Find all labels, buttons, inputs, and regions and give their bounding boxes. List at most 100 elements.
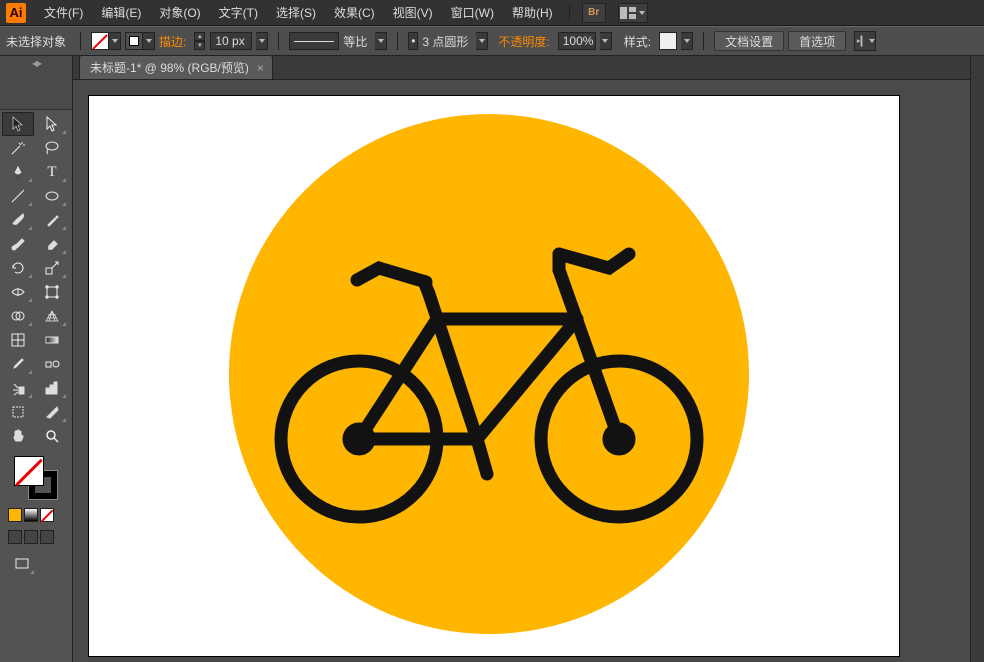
slice-tool[interactable] xyxy=(36,400,68,424)
document-tab[interactable]: 未标题-1* @ 98% (RGB/预览) × xyxy=(79,55,273,79)
zoom-tool[interactable] xyxy=(36,424,68,448)
magic-wand-tool[interactable] xyxy=(2,136,34,160)
screen-mode-area xyxy=(0,546,72,582)
stroke-dropdown[interactable] xyxy=(143,32,155,50)
panel-dock-strip[interactable] xyxy=(970,56,984,662)
grid-icon xyxy=(620,7,636,19)
type-tool[interactable]: T xyxy=(36,160,68,184)
menu-select[interactable]: 选择(S) xyxy=(268,1,324,24)
menu-bar: Ai 文件(F) 编辑(E) 对象(O) 文字(T) 选择(S) 效果(C) 视… xyxy=(0,0,984,26)
tool-grid: T xyxy=(0,110,72,450)
separator xyxy=(397,32,398,50)
menu-help[interactable]: 帮助(H) xyxy=(504,1,561,24)
align-panel-button[interactable] xyxy=(854,31,876,51)
fill-stroke-indicator[interactable] xyxy=(14,456,58,500)
gradient-tool[interactable] xyxy=(36,328,68,352)
ellipse-tool[interactable] xyxy=(36,184,68,208)
stroke-profile-dropdown[interactable] xyxy=(375,32,387,50)
stroke-width-spinner[interactable]: ▲▼ xyxy=(194,32,205,50)
perspective-grid-tool[interactable] xyxy=(36,304,68,328)
draw-inside[interactable] xyxy=(40,530,54,544)
opacity-input[interactable]: 100% xyxy=(558,32,596,50)
stroke-swatch-control[interactable] xyxy=(125,32,155,50)
color-mode-swatches xyxy=(0,506,72,524)
document-tab-bar: 未标题-1* @ 98% (RGB/预览) × xyxy=(73,56,970,80)
fill-dropdown[interactable] xyxy=(109,32,121,50)
artboard[interactable] xyxy=(89,96,899,656)
pencil-tool[interactable] xyxy=(36,208,68,232)
menu-file[interactable]: 文件(F) xyxy=(36,1,91,24)
artboard-tool[interactable] xyxy=(2,400,34,424)
menu-window[interactable]: 窗口(W) xyxy=(443,1,502,24)
blend-tool[interactable] xyxy=(36,352,68,376)
rotate-tool[interactable] xyxy=(2,256,34,280)
width-tool[interactable] xyxy=(2,280,34,304)
stroke-width-dropdown[interactable] xyxy=(256,32,268,50)
mesh-tool[interactable] xyxy=(2,328,34,352)
symbol-sprayer-tool[interactable] xyxy=(2,376,34,400)
toolbox-handle[interactable] xyxy=(0,56,72,110)
graphic-style-dropdown[interactable] xyxy=(681,32,693,50)
app-logo: Ai xyxy=(6,3,26,23)
menu-edit[interactable]: 编辑(E) xyxy=(93,1,149,24)
brush-label: 3 点圆形 xyxy=(422,33,472,50)
color-mode-solid[interactable] xyxy=(8,508,22,522)
scale-tool[interactable] xyxy=(36,256,68,280)
stroke-profile-label: 等比 xyxy=(343,33,371,50)
lasso-tool[interactable] xyxy=(36,136,68,160)
preferences-button[interactable]: 首选项 xyxy=(788,31,846,51)
style-label: 样式: xyxy=(624,33,655,50)
stroke-label[interactable]: 描边: xyxy=(159,33,190,50)
column-graph-tool[interactable] xyxy=(36,376,68,400)
canvas-viewport[interactable] xyxy=(73,80,970,662)
line-tool[interactable] xyxy=(2,184,34,208)
menu-effect[interactable]: 效果(C) xyxy=(326,1,383,24)
stroke-width-input[interactable]: 10 px xyxy=(210,32,252,50)
eyedropper-tool[interactable] xyxy=(2,352,34,376)
paintbrush-tool[interactable] xyxy=(2,208,34,232)
shape-builder-tool[interactable] xyxy=(2,304,34,328)
color-mode-gradient[interactable] xyxy=(24,508,38,522)
opacity-label[interactable]: 不透明度: xyxy=(498,33,553,50)
pen-tool[interactable] xyxy=(2,160,34,184)
arrange-documents-button[interactable] xyxy=(618,3,648,23)
menu-type[interactable]: 文字(T) xyxy=(211,1,266,24)
fill-color-indicator[interactable] xyxy=(14,456,44,486)
document-setup-button[interactable]: 文档设置 xyxy=(714,31,784,51)
stroke-swatch xyxy=(125,32,143,50)
close-tab-icon[interactable]: × xyxy=(257,61,264,75)
stroke-profile-preview[interactable] xyxy=(289,32,339,50)
fill-stroke-area xyxy=(0,450,72,506)
selection-tool[interactable] xyxy=(2,112,34,136)
draw-normal[interactable] xyxy=(8,530,22,544)
document-area: 未标题-1* @ 98% (RGB/预览) × xyxy=(73,56,970,662)
align-icon xyxy=(855,35,868,47)
separator xyxy=(278,32,279,50)
draw-behind[interactable] xyxy=(24,530,38,544)
direct-selection-tool[interactable] xyxy=(36,112,68,136)
hand-tool[interactable] xyxy=(2,424,34,448)
menu-object[interactable]: 对象(O) xyxy=(151,1,208,24)
free-transform-tool[interactable] xyxy=(36,280,68,304)
selection-status: 未选择对象 xyxy=(6,33,70,50)
brush-dropdown[interactable] xyxy=(476,32,488,50)
bicycle-artwork[interactable] xyxy=(259,224,719,524)
brush-preview[interactable]: • xyxy=(408,32,418,50)
artwork-circle[interactable] xyxy=(229,114,749,634)
document-tab-title: 未标题-1* @ 98% (RGB/预览) xyxy=(90,59,249,76)
bridge-button[interactable]: Br xyxy=(582,3,606,23)
work-area: T xyxy=(0,56,984,662)
toolbox: T xyxy=(0,56,73,662)
blob-brush-tool[interactable] xyxy=(2,232,34,256)
graphic-style-swatch[interactable] xyxy=(659,32,677,50)
screen-mode-swatches xyxy=(0,528,72,546)
separator xyxy=(80,32,81,50)
separator xyxy=(569,4,570,22)
opacity-dropdown[interactable] xyxy=(600,32,612,50)
menu-view[interactable]: 视图(V) xyxy=(385,1,441,24)
screen-mode-button[interactable] xyxy=(8,552,36,576)
color-mode-none[interactable] xyxy=(40,508,54,522)
fill-swatch-control[interactable] xyxy=(91,32,121,50)
separator xyxy=(703,32,704,50)
eraser-tool[interactable] xyxy=(36,232,68,256)
